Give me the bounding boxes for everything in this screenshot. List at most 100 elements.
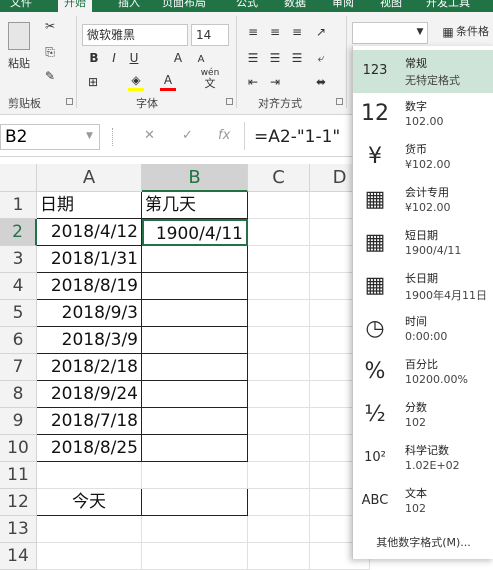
cell-a13[interactable]: [37, 516, 142, 543]
increase-indent-icon[interactable]: ⇥: [266, 74, 284, 90]
tab-data[interactable]: 数据: [284, 0, 306, 10]
tab-formulas[interactable]: 公式: [236, 0, 258, 10]
cell-c9[interactable]: [248, 408, 310, 435]
row-header-1[interactable]: 1: [0, 192, 37, 219]
cell-a7[interactable]: 2018/2/18: [37, 354, 142, 381]
row-header-2[interactable]: 2: [0, 219, 37, 246]
cut-icon[interactable]: ✂: [40, 18, 60, 34]
row-header-4[interactable]: 4: [0, 273, 37, 300]
bold-button[interactable]: B: [86, 50, 102, 66]
tab-developer[interactable]: 开发工具: [426, 0, 470, 10]
grow-font-a[interactable]: A: [170, 50, 186, 66]
cell-a5[interactable]: 2018/9/3: [37, 300, 142, 327]
cell-a11[interactable]: [37, 462, 142, 489]
cell-b3[interactable]: [142, 246, 248, 273]
select-all-corner[interactable]: [0, 164, 37, 192]
tab-review[interactable]: 审阅: [332, 0, 354, 10]
column-header-b[interactable]: B: [142, 164, 248, 192]
align-top-icon[interactable]: ≡: [244, 24, 262, 40]
cell-c10[interactable]: [248, 435, 310, 462]
orientation-icon[interactable]: ↗: [312, 24, 330, 40]
tab-page-layout[interactable]: 页面布局: [162, 0, 206, 10]
cell-b9[interactable]: [142, 408, 248, 435]
italic-button[interactable]: I: [106, 50, 122, 66]
insert-function-icon[interactable]: fx: [218, 128, 230, 143]
number-format-option[interactable]: 123 常规 无特定格式: [353, 50, 493, 93]
borders-icon[interactable]: ⊞: [84, 74, 102, 90]
cell-b8[interactable]: [142, 381, 248, 408]
font-launcher-icon[interactable]: [226, 98, 233, 105]
format-painter-icon[interactable]: ✎: [40, 68, 60, 84]
number-format-option[interactable]: ▦ 长日期 1900年4月11日: [353, 265, 493, 308]
cell-a1[interactable]: 日期: [37, 192, 142, 219]
row-header-7[interactable]: 7: [0, 354, 37, 381]
cell-a10[interactable]: 2018/8/25: [37, 435, 142, 462]
cell-c4[interactable]: [248, 273, 310, 300]
cell-c2[interactable]: [248, 219, 310, 246]
row-header-13[interactable]: 13: [0, 516, 37, 543]
number-format-option[interactable]: ▦ 短日期 1900/4/11: [353, 222, 493, 265]
cell-b12[interactable]: [142, 489, 248, 516]
cell-b5[interactable]: [142, 300, 248, 327]
clipboard-launcher-icon[interactable]: [66, 98, 73, 105]
wrap-text-icon[interactable]: ⤶: [312, 50, 330, 66]
decrease-indent-icon[interactable]: ⇤: [244, 74, 262, 90]
cell-a3[interactable]: 2018/1/31: [37, 246, 142, 273]
row-header-5[interactable]: 5: [0, 300, 37, 327]
font-color-button[interactable]: A: [160, 72, 176, 88]
row-header-10[interactable]: 10: [0, 435, 37, 462]
number-format-option[interactable]: 10² 科学记数 1.02E+02: [353, 437, 493, 480]
number-format-option[interactable]: ▦ 会计专用 ¥102.00: [353, 179, 493, 222]
cell-c14[interactable]: [248, 543, 310, 570]
row-header-6[interactable]: 6: [0, 327, 37, 354]
fill-color-icon[interactable]: ◈: [128, 72, 144, 88]
number-format-option[interactable]: % 百分比 10200.00%: [353, 351, 493, 394]
cell-c6[interactable]: [248, 327, 310, 354]
phonetic-guide-char[interactable]: 文: [198, 78, 222, 90]
merge-center-icon[interactable]: ⬌: [312, 74, 330, 90]
row-header-12[interactable]: 12: [0, 489, 37, 516]
cancel-icon[interactable]: ✕: [144, 128, 155, 143]
row-header-3[interactable]: 3: [0, 246, 37, 273]
cell-a6[interactable]: 2018/3/9: [37, 327, 142, 354]
cell-b6[interactable]: [142, 327, 248, 354]
enter-icon[interactable]: ✓: [182, 128, 193, 143]
align-middle-icon[interactable]: ≡: [266, 24, 284, 40]
cell-a8[interactable]: 2018/9/24: [37, 381, 142, 408]
cell-c3[interactable]: [248, 246, 310, 273]
cell-c1[interactable]: [248, 192, 310, 219]
align-left-icon[interactable]: ☰: [244, 50, 262, 66]
number-format-option[interactable]: ◷ 时间 0:00:00: [353, 308, 493, 351]
cell-b14[interactable]: [142, 543, 248, 570]
column-header-a[interactable]: A: [37, 164, 142, 192]
cell-c7[interactable]: [248, 354, 310, 381]
font-name-select[interactable]: 微软雅黑: [82, 24, 188, 46]
row-header-11[interactable]: 11: [0, 462, 37, 489]
tab-insert[interactable]: 插入: [118, 0, 140, 10]
align-right-icon[interactable]: ☰: [288, 50, 306, 66]
cell-a9[interactable]: 2018/7/18: [37, 408, 142, 435]
row-header-14[interactable]: 14: [0, 543, 37, 570]
shrink-font-a[interactable]: A: [194, 52, 208, 68]
align-bottom-icon[interactable]: ≡: [288, 24, 306, 40]
cell-c12[interactable]: [248, 489, 310, 516]
formula-input[interactable]: =A2-"1-1": [254, 124, 340, 150]
column-header-c[interactable]: C: [248, 164, 310, 192]
cell-a2[interactable]: 2018/4/12: [37, 219, 142, 246]
more-number-formats-link[interactable]: 其他数字格式(M)...: [353, 534, 493, 550]
cell-b7[interactable]: [142, 354, 248, 381]
name-box-chevron-icon[interactable]: ▼: [86, 131, 93, 141]
cell-a12[interactable]: 今天: [37, 489, 142, 516]
alignment-launcher-icon[interactable]: [336, 98, 343, 105]
paste-button[interactable]: 粘贴: [4, 18, 34, 82]
align-center-icon[interactable]: ☰: [266, 50, 284, 66]
tab-view[interactable]: 视图: [380, 0, 402, 10]
font-size-select[interactable]: 14: [191, 24, 229, 46]
number-format-option[interactable]: ¥ 货币 ¥102.00: [353, 136, 493, 179]
chevron-down-icon[interactable]: ▼: [414, 24, 426, 40]
name-box[interactable]: B2: [0, 124, 100, 150]
cell-c5[interactable]: [248, 300, 310, 327]
row-header-9[interactable]: 9: [0, 408, 37, 435]
conditional-format-icon[interactable]: ▦: [440, 24, 456, 40]
cell-b1[interactable]: 第几天: [142, 192, 248, 219]
